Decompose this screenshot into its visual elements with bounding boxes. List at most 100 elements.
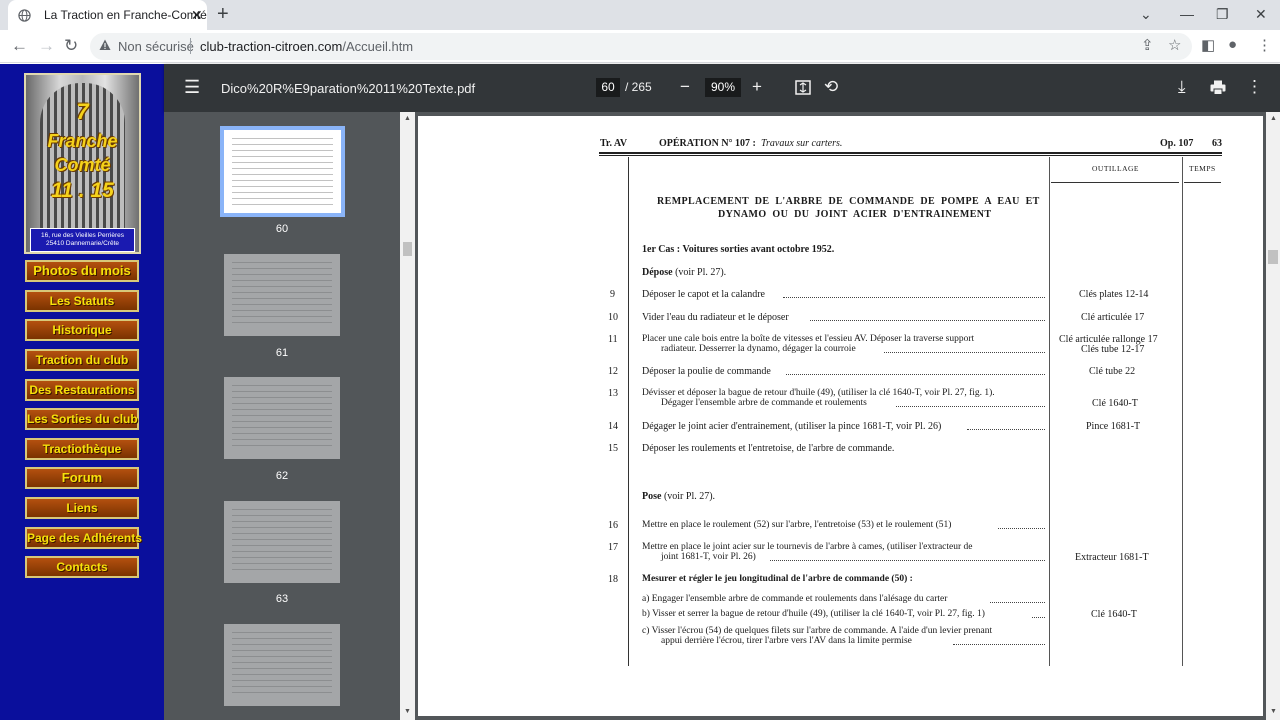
url-text[interactable]: club-traction-citroen.com/Accueil.htm [200, 39, 413, 54]
row-13-tool: Clé 1640-T [1092, 398, 1138, 409]
leader-dots [786, 374, 1045, 375]
leader-dots [953, 644, 1045, 645]
thumbnail-label: 60 [275, 223, 289, 235]
row-17-number: 17 [608, 542, 618, 553]
row-9-tool: Clés plates 12-14 [1079, 289, 1149, 300]
warning-icon [99, 39, 111, 50]
nav-page-des-adherents[interactable]: Page des Adhérents [25, 527, 142, 549]
close-tab-icon[interactable]: ✕ [191, 7, 203, 24]
logo-line2: Comté [54, 155, 111, 175]
club-logo[interactable]: 7 Franche Comté 11 . 15 16, rue des Viei… [24, 73, 141, 254]
share-icon[interactable]: ⇪ [1141, 36, 1154, 54]
thumbnail-content [232, 262, 332, 328]
pdf-viewer[interactable]: Tr. AV OPÉRATION N° 107 : Travaux sur ca… [415, 112, 1266, 720]
download-icon[interactable]: ⤓ [1178, 77, 1186, 97]
scrollbar-thumb[interactable] [1268, 250, 1278, 264]
scroll-down-arrow-icon[interactable]: ▼ [1270, 708, 1277, 715]
print-icon[interactable] [1210, 80, 1226, 95]
row-16-text: Mettre en place le roulement (52) sur l'… [642, 520, 952, 530]
thumbnail-page-61[interactable] [224, 254, 340, 336]
scrollbar-thumb[interactable] [403, 242, 412, 256]
depose-ref: (voir Pl. 27). [675, 267, 727, 278]
fit-to-page-icon[interactable] [795, 80, 811, 95]
row-17-tool: Extracteur 1681-T [1075, 552, 1149, 563]
nav-contacts[interactable]: Contacts [25, 556, 139, 578]
nav-forum[interactable]: Forum [25, 467, 139, 489]
security-label[interactable]: Non sécurisé [118, 39, 194, 54]
row-18-number: 18 [608, 574, 618, 585]
case-1-heading: 1er Cas : Voitures sorties avant octobre… [642, 244, 835, 255]
header-rule [599, 152, 1222, 154]
maximize-icon[interactable]: ❐ [1216, 6, 1229, 23]
zoom-out-icon[interactable]: − [680, 77, 690, 97]
back-icon[interactable]: ← [11, 36, 28, 56]
nav-historique[interactable]: Historique [25, 319, 139, 341]
minimize-icon[interactable]: — [1180, 6, 1194, 22]
page-total: / 265 [625, 80, 652, 94]
nav-traction-du-club[interactable]: Traction du club [25, 349, 139, 371]
thumbnail-page-60[interactable] [220, 126, 345, 217]
left-column-rule [628, 157, 629, 666]
nav-tractiotheque[interactable]: Tractiothèque [25, 438, 139, 460]
row-10-text: Vider l'eau du radiateur et le déposer [642, 312, 789, 323]
scroll-down-arrow-icon[interactable]: ▼ [404, 708, 411, 715]
row-9-text: Déposer le capot et la calandre [642, 289, 765, 300]
forward-icon[interactable]: → [38, 36, 55, 56]
thumbnail-page-62[interactable] [224, 377, 340, 459]
doc-title-line2: DYNAMO OU DU JOINT ACIER D'ENTRAINEMENT [718, 209, 992, 220]
row-12-number: 12 [608, 366, 618, 377]
nav-photos-du-mois[interactable]: Photos du mois [25, 260, 139, 282]
doc-title-line1: REMPLACEMENT DE L'ARBRE DE COMMANDE DE P… [657, 196, 1040, 207]
depose-heading: Dépose [642, 267, 673, 278]
zoom-in-icon[interactable]: + [752, 77, 762, 97]
row-15-number: 15 [608, 443, 618, 454]
side-panel-icon[interactable]: ◧ [1201, 36, 1215, 54]
logo-address-line2: 25410 Dannemarie/Crête [46, 240, 119, 247]
tab-title: La Traction en Franche-Comté [44, 8, 207, 22]
thumbnail-content [232, 385, 332, 451]
thumbnail-scrollbar[interactable]: ▲ ▼ [400, 112, 415, 720]
leader-dots [967, 429, 1045, 430]
profile-avatar-icon[interactable]: ● [1228, 36, 1237, 53]
logo-year: 11 . 15 [51, 179, 114, 202]
nav-liens[interactable]: Liens [25, 497, 139, 519]
browser-tab[interactable]: La Traction en Franche-Comté ✕ [8, 0, 207, 30]
hamburger-menu-icon[interactable]: ☰ [184, 77, 200, 98]
row-18-text: Mesurer et régler le jeu longitudinal de… [642, 574, 913, 584]
sub-b-tool: Clé 1640-T [1091, 609, 1137, 620]
more-options-icon[interactable]: ⋮ [1246, 77, 1263, 97]
row-16-number: 16 [608, 520, 618, 531]
reload-icon[interactable]: ↻ [64, 36, 78, 56]
sub-c-text: c) Visser l'écrou (54) de quelques filet… [642, 626, 993, 636]
doc-page-number: 63 [1212, 138, 1222, 149]
row-14-number: 14 [608, 421, 618, 432]
row-14-tool: Pince 1681-T [1086, 421, 1141, 432]
close-window-icon[interactable]: ✕ [1255, 6, 1267, 23]
browser-toolbar: ← → ↻ Non sécurisé club-traction-citroen… [0, 30, 1280, 63]
nav-les-statuts[interactable]: Les Statuts [25, 290, 139, 312]
scroll-up-arrow-icon[interactable]: ▲ [1270, 115, 1277, 122]
row-14-text: Dégager le joint acier d'entrainement, (… [642, 421, 942, 432]
bookmark-star-icon[interactable]: ☆ [1168, 36, 1181, 54]
nav-des-restaurations[interactable]: Des Restaurations [25, 379, 139, 401]
url-domain: club-traction-citroen.com [200, 39, 343, 54]
row-11-text-cont: radiateur. Desserrer la dynamo, dégager … [661, 344, 856, 354]
new-tab-icon[interactable]: + [217, 3, 229, 26]
rotate-icon[interactable]: ⟲ [824, 77, 838, 97]
scroll-up-arrow-icon[interactable]: ▲ [404, 115, 411, 122]
zoom-input[interactable]: 90% [705, 78, 741, 97]
tool-column-rule [1049, 157, 1050, 666]
leader-dots [1032, 617, 1045, 618]
pdf-page: Tr. AV OPÉRATION N° 107 : Travaux sur ca… [418, 116, 1263, 716]
menu-kebab-icon[interactable]: ⋮ [1257, 36, 1272, 54]
page-number-input[interactable]: 60 [596, 78, 620, 97]
tab-search-icon[interactable]: ⌄ [1140, 6, 1152, 23]
row-15-text: Déposer les roulements et l'entretoise, … [642, 443, 895, 454]
thumbnail-page-64[interactable] [224, 624, 340, 706]
row-11-number: 11 [608, 334, 618, 345]
thumbnail-page-63[interactable] [224, 501, 340, 583]
address-bar[interactable]: Non sécurisé club-traction-citroen.com/A… [90, 33, 1192, 60]
nav-les-sorties-du-club[interactable]: Les Sorties du club [25, 408, 139, 430]
pose-ref: (voir Pl. 27). [663, 491, 716, 502]
viewer-scrollbar[interactable]: ▲ ▼ [1266, 112, 1280, 720]
